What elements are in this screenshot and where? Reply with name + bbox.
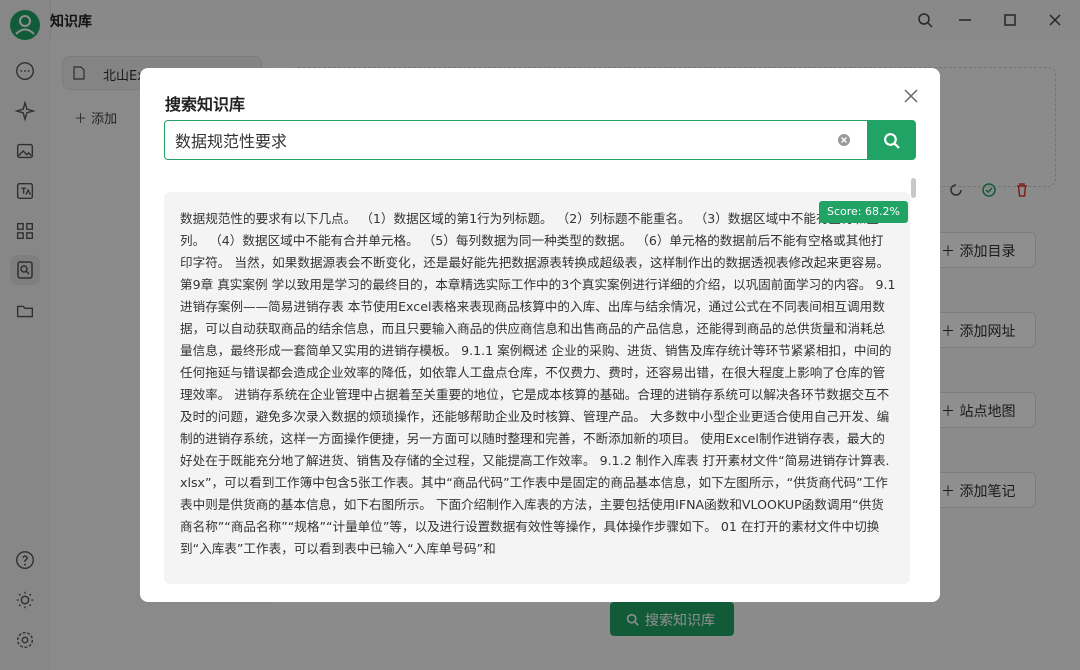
search-icon [884,133,900,149]
clear-icon[interactable] [837,133,851,147]
search-button[interactable] [868,120,916,160]
search-input[interactable] [175,127,815,153]
result-text: 数据规范性的要求有以下几点。 （1）数据区域的第1行为列标题。 （2）列标题不能… [180,211,896,556]
score-badge: Score: 68.2% [819,201,908,223]
scrollbar[interactable] [911,178,916,198]
search-result: 数据规范性的要求有以下几点。 （1）数据区域的第1行为列标题。 （2）列标题不能… [164,192,910,584]
search-field [164,120,868,160]
app-window: 知识库 北山Exc ＋ 添加 ＋ 添加目录 ＋ 添加网址 ＋ 站点地图 ＋ 添加… [0,0,1080,670]
dialog-title: 搜索知识库 [165,95,246,114]
dialog-close-icon[interactable] [903,88,919,104]
search-dialog: 搜索知识库 数据规范性的要求有以下几点。 （1）数据区域的第1行为列标题。 （2… [140,68,940,602]
